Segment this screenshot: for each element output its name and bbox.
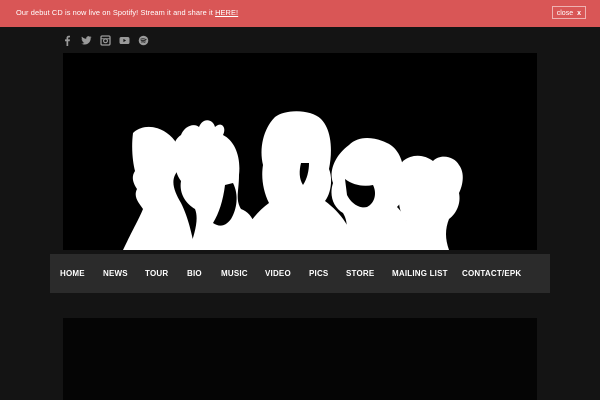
facebook-icon[interactable] <box>62 35 73 46</box>
close-icon: x <box>577 10 581 17</box>
close-label: close <box>556 10 574 17</box>
band-silhouettes-image <box>63 53 537 250</box>
nav-item-pics[interactable]: PICS <box>309 269 328 278</box>
nav-item-tour[interactable]: TOUR <box>145 269 168 278</box>
youtube-icon[interactable] <box>119 35 130 46</box>
close-announcement-button[interactable]: close x <box>551 6 586 19</box>
nav-item-music[interactable]: MUSIC <box>221 269 248 278</box>
announcement-bar: Our debut CD is now live on Spotify! Str… <box>0 0 600 27</box>
announcement-link[interactable]: HERE! <box>215 8 238 17</box>
nav-item-home[interactable]: HOME <box>60 269 85 278</box>
instagram-icon[interactable] <box>100 34 111 46</box>
nav-item-bio[interactable]: BIO <box>187 269 202 278</box>
nav-item-mailing-list[interactable]: MAILING LIST <box>392 269 448 278</box>
main-content-area <box>63 318 537 400</box>
nav-item-contact-epk[interactable]: CONTACT/EPK <box>462 269 521 278</box>
main-navigation: HOME NEWS TOUR BIO MUSIC VIDEO PICS STOR… <box>50 254 550 293</box>
nav-item-news[interactable]: NEWS <box>103 269 128 278</box>
twitter-icon[interactable] <box>81 35 92 46</box>
announcement-message: Our debut CD is now live on Spotify! Str… <box>16 8 216 17</box>
social-links <box>62 34 149 46</box>
nav-item-video[interactable]: VIDEO <box>265 269 291 278</box>
hero-banner <box>63 53 537 250</box>
spotify-icon[interactable] <box>138 35 149 46</box>
announcement-text: Our debut CD is now live on Spotify! Str… <box>16 8 238 17</box>
nav-item-store[interactable]: STORE <box>346 269 374 278</box>
